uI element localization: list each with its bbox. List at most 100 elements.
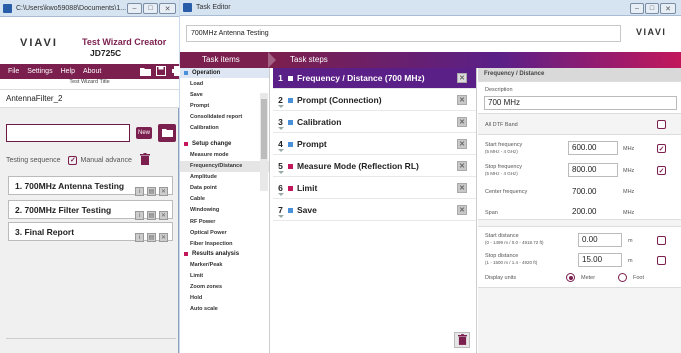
info-icon[interactable]: i [135, 211, 144, 220]
remove-icon[interactable]: ✕ [159, 233, 168, 242]
stop-frequency-input[interactable]: 800.00 [568, 163, 618, 177]
trash-icon[interactable] [139, 153, 150, 167]
info-icon[interactable]: i [135, 187, 144, 196]
task-item-zoom-zones[interactable]: Zoom zones [180, 282, 269, 293]
edit-icon[interactable]: ▤ [147, 187, 156, 196]
task-item-prompt[interactable]: Prompt [180, 100, 269, 111]
stop-distance-label: Stop distance [485, 253, 519, 259]
menu-about[interactable]: About [83, 68, 101, 75]
group-setup-change[interactable]: Setup change [180, 139, 269, 149]
move-down-icon[interactable] [278, 127, 284, 130]
testing-sequence-label: Testing sequence [6, 156, 61, 164]
foot-radio[interactable] [618, 273, 627, 282]
task-items-scrollbar[interactable] [260, 93, 268, 191]
task-step[interactable]: 2 Prompt (Connection) ✕ [273, 90, 476, 111]
group-color-marker [184, 71, 188, 75]
task-item-save[interactable]: Save [180, 89, 269, 100]
task-item-calibration[interactable]: Calibration [180, 122, 269, 133]
start-distance-checkbox[interactable] [657, 236, 666, 245]
task-step[interactable]: 6 Limit ✕ [273, 178, 476, 199]
meter-radio[interactable] [566, 273, 575, 282]
maximize-button[interactable]: □ [645, 3, 659, 14]
sequence-item[interactable]: 2. 700MHz Filter Testing i ▤ ✕ [8, 200, 173, 220]
task-item-frequency-distance[interactable]: Frequency/Distance [180, 160, 269, 172]
app-title: Test Wizard Creator [82, 37, 167, 47]
group-label: Operation [192, 70, 221, 76]
close-button[interactable]: ✕ [660, 3, 676, 14]
task-item-load[interactable]: Load [180, 78, 269, 89]
sequence-item[interactable]: 3. Final Report i ▤ ✕ [8, 222, 173, 242]
task-item-cable[interactable]: Cable [180, 194, 269, 205]
task-step[interactable]: 1 Frequency / Distance (700 MHz) ✕ [273, 68, 476, 89]
delete-step-icon[interactable]: ✕ [457, 139, 467, 149]
save-icon[interactable] [154, 65, 168, 77]
start-frequency-input[interactable]: 600.00 [568, 141, 618, 155]
menu-settings[interactable]: Settings [27, 68, 52, 75]
manual-advance-label: Manual advance [80, 156, 132, 164]
folder-open-icon[interactable] [138, 65, 152, 77]
move-down-icon[interactable] [278, 105, 284, 108]
manual-advance-checkbox[interactable]: ✓ [68, 155, 78, 165]
menu-file[interactable]: File [8, 68, 19, 75]
maximize-button[interactable]: □ [143, 3, 158, 14]
task-steps-header: Task steps [276, 52, 681, 68]
start-frequency-checkbox[interactable]: ✓ [657, 144, 666, 153]
delete-all-button[interactable] [454, 332, 470, 348]
stop-distance-checkbox[interactable] [657, 256, 666, 265]
delete-step-icon[interactable]: ✕ [457, 183, 467, 193]
task-step[interactable]: 4 Prompt ✕ [273, 134, 476, 155]
edit-icon[interactable]: ▤ [147, 233, 156, 242]
info-icon[interactable]: i [135, 233, 144, 242]
stop-distance-input[interactable]: 15.00 [578, 253, 622, 267]
task-item-marker-peak[interactable]: Marker/Peak [180, 259, 269, 270]
move-down-icon[interactable] [278, 193, 284, 196]
app-model: JD725C [90, 48, 122, 58]
task-item-measure-mode[interactable]: Measure mode [180, 149, 269, 160]
group-results-analysis[interactable]: Results analysis [180, 249, 269, 259]
task-item-hold[interactable]: Hold [180, 293, 269, 304]
remove-icon[interactable]: ✕ [159, 211, 168, 220]
sequence-item[interactable]: 1. 700MHz Antenna Testing i ▤ ✕ [8, 176, 173, 196]
new-sequence-input[interactable] [6, 124, 130, 142]
start-distance-input[interactable]: 0.00 [578, 233, 622, 247]
description-input[interactable]: 700 MHz [484, 96, 677, 110]
new-button[interactable]: New [136, 127, 152, 139]
sequence-name-input[interactable]: 700MHz Antenna Testing [186, 25, 621, 42]
task-item-amplitude[interactable]: Amplitude [180, 172, 269, 183]
task-item-optical-power[interactable]: Optical Power [180, 227, 269, 238]
all-dtf-band-checkbox[interactable] [657, 120, 666, 129]
task-item-auto-scale[interactable]: Auto scale [180, 304, 269, 315]
task-step[interactable]: 7 Save ✕ [273, 200, 476, 221]
task-item-consolidated-report[interactable]: Consolidated report [180, 111, 269, 122]
task-step[interactable]: 5 Measure Mode (Reflection RL) ✕ [273, 156, 476, 177]
sequence-item-label: 2. 700MHz Filter Testing [15, 205, 112, 215]
task-item-data-point[interactable]: Data point [180, 183, 269, 194]
task-item-fiber-inspection[interactable]: Fiber Inspection [180, 238, 269, 249]
task-step[interactable]: 3 Calibration ✕ [273, 112, 476, 133]
open-folder-button[interactable] [158, 124, 176, 142]
remove-icon[interactable]: ✕ [159, 187, 168, 196]
move-down-icon[interactable] [278, 215, 284, 218]
task-item-rf-power[interactable]: RF Power [180, 216, 269, 227]
step-label: Save [297, 205, 317, 215]
delete-step-icon[interactable]: ✕ [457, 161, 467, 171]
stop-frequency-checkbox[interactable]: ✓ [657, 166, 666, 175]
delete-step-icon[interactable]: ✕ [457, 95, 467, 105]
edit-icon[interactable]: ▤ [147, 211, 156, 220]
close-button[interactable]: ✕ [159, 3, 176, 14]
delete-step-icon[interactable]: ✕ [457, 205, 467, 215]
task-item-limit[interactable]: Limit [180, 270, 269, 281]
frequency-section: Start frequency (5 MHz - 4 GHz) 600.00 M… [478, 134, 681, 220]
menu-help[interactable]: Help [61, 68, 75, 75]
delete-step-icon[interactable]: ✕ [457, 73, 467, 83]
move-down-icon[interactable] [278, 171, 284, 174]
move-down-icon[interactable] [278, 149, 284, 152]
minimize-button[interactable]: – [630, 3, 644, 14]
group-operation[interactable]: Operation [180, 68, 269, 78]
task-item-windowing[interactable]: Windowing [180, 205, 269, 216]
stop-distance-unit: m [628, 258, 633, 264]
delete-step-icon[interactable]: ✕ [457, 117, 467, 127]
scrollbar-thumb[interactable] [261, 99, 267, 159]
wizard-title-input[interactable]: AntennaFilter_2 [0, 89, 179, 108]
minimize-button[interactable]: – [127, 3, 142, 14]
